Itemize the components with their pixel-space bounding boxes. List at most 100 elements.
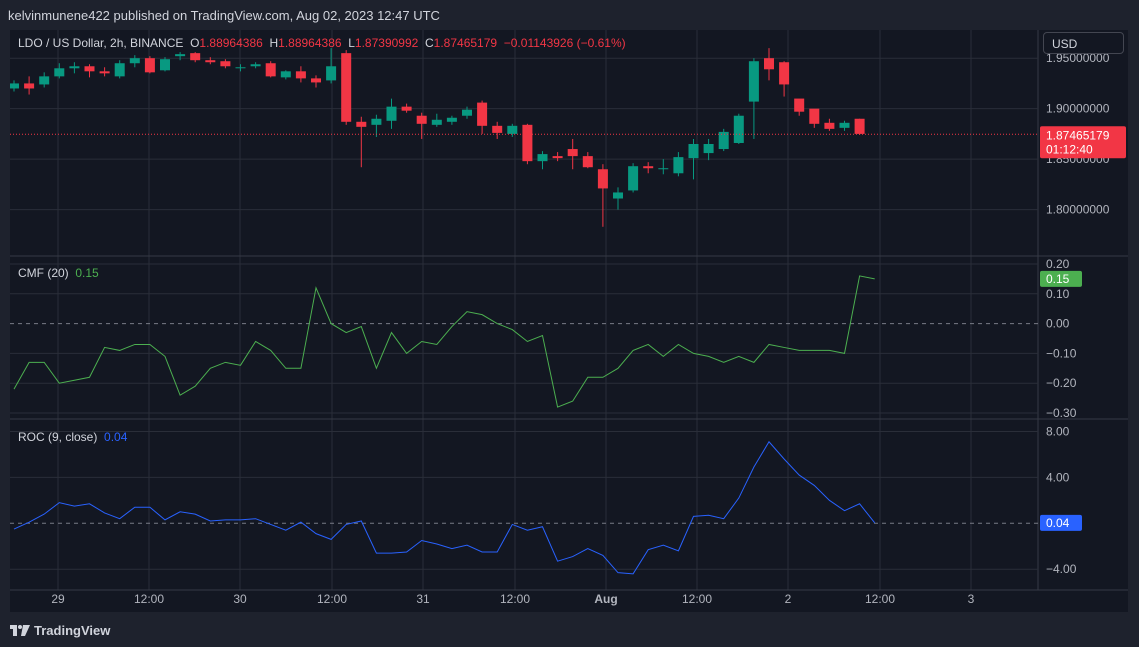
published-text: kelvinmunene422 published on TradingView… bbox=[8, 8, 440, 23]
x-tick-label: 3 bbox=[968, 592, 975, 606]
roc-badge-text: 0.04 bbox=[1046, 516, 1070, 530]
candle-body bbox=[522, 124, 533, 162]
candle-body bbox=[84, 66, 95, 72]
open-label: O bbox=[190, 36, 200, 50]
roc-legend: ROC (9, close) 0.04 bbox=[18, 430, 127, 444]
candle-body bbox=[613, 192, 623, 199]
candle-body bbox=[190, 53, 201, 61]
candle-body bbox=[311, 78, 321, 83]
candle-body bbox=[250, 64, 261, 67]
chart-svg[interactable]: 29 12:00 30 12:00 31 12:00 Aug 12:00 2 12:00 31.95… bbox=[10, 30, 1128, 612]
candle-body bbox=[492, 125, 503, 133]
candle-body bbox=[567, 149, 578, 157]
x-tick-label: 2 bbox=[785, 592, 792, 606]
candle-body bbox=[779, 62, 790, 85]
cmf-tick-label: −0.30 bbox=[1046, 406, 1077, 420]
candle-body bbox=[205, 60, 216, 63]
candle-body bbox=[54, 68, 65, 77]
cmf-label[interactable]: CMF (20) bbox=[18, 266, 69, 280]
footer: TradingView bbox=[0, 612, 1139, 647]
cmf-tick-label: −0.10 bbox=[1046, 346, 1077, 360]
high-value: 1.88964386 bbox=[278, 36, 342, 50]
candle-body bbox=[507, 125, 518, 134]
price-tick-label: 1.80000000 bbox=[1046, 203, 1110, 217]
candle-body bbox=[295, 71, 306, 79]
candle-body bbox=[839, 122, 850, 128]
candle-body bbox=[582, 156, 593, 168]
cmf-tick-label: 0.00 bbox=[1046, 317, 1070, 331]
candle-body bbox=[628, 166, 639, 191]
candle-body bbox=[144, 58, 155, 73]
last-price-text: 1.87465179 bbox=[1046, 128, 1110, 142]
candle-body bbox=[809, 108, 820, 124]
candle-body bbox=[114, 63, 125, 77]
candle-body bbox=[341, 53, 352, 122]
candle-body bbox=[643, 166, 654, 169]
candle-body bbox=[658, 168, 669, 170]
roc-tick-label: 4.00 bbox=[1046, 470, 1070, 484]
roc-series-line bbox=[13, 440, 876, 575]
x-tick-label: Aug bbox=[594, 592, 617, 606]
candle-body bbox=[220, 61, 231, 67]
candle-body bbox=[99, 71, 110, 74]
candle-body bbox=[703, 144, 714, 154]
price-legend: LDO / US Dollar, 2h, BINANCE O1.88964386… bbox=[18, 36, 626, 50]
candle-body bbox=[854, 118, 865, 134]
close-value: 1.87465179 bbox=[433, 36, 498, 50]
candle-body bbox=[477, 102, 488, 126]
x-tick-label: 29 bbox=[51, 592, 65, 606]
candle-body bbox=[416, 115, 427, 124]
roc-label[interactable]: ROC (9, close) bbox=[18, 430, 97, 444]
currency-button[interactable]: USD bbox=[1043, 32, 1124, 54]
candle-body bbox=[69, 66, 80, 69]
x-tick-label: 12:00 bbox=[682, 592, 712, 606]
top-bar: kelvinmunene422 published on TradingView… bbox=[0, 0, 1139, 30]
low-label: L bbox=[348, 36, 355, 50]
high-label: H bbox=[269, 36, 279, 50]
candle-body bbox=[326, 66, 337, 81]
roc-tick-label: 8.00 bbox=[1046, 424, 1070, 438]
candle-body bbox=[688, 144, 699, 159]
cmf-series-line bbox=[13, 275, 875, 408]
tradingview-logo-icon bbox=[10, 625, 30, 636]
cmf-legend: CMF (20) 0.15 bbox=[18, 266, 99, 280]
candle-body bbox=[733, 115, 744, 143]
candle-body bbox=[10, 83, 19, 89]
roc-value: 0.04 bbox=[104, 430, 128, 444]
candle-body bbox=[129, 58, 140, 64]
chart-panel[interactable]: 29 12:00 30 12:00 31 12:00 Aug 12:00 2 12:00 3 1.95… bbox=[10, 30, 1128, 612]
price-tick-label: 1.90000000 bbox=[1046, 102, 1110, 116]
roc-tick-label: −4.00 bbox=[1046, 562, 1077, 576]
candle-body bbox=[160, 59, 170, 71]
cmf-badge-text: 0.15 bbox=[1046, 272, 1070, 286]
candle-body bbox=[462, 109, 472, 116]
candle-body bbox=[39, 76, 50, 85]
x-tick-label: 12:00 bbox=[500, 592, 530, 606]
candle-body bbox=[24, 83, 35, 89]
candle-body bbox=[673, 157, 684, 174]
x-tick-label: 30 bbox=[233, 592, 247, 606]
candle-body bbox=[597, 169, 608, 189]
candle-body bbox=[265, 63, 276, 77]
x-tick-label: 12:00 bbox=[865, 592, 895, 606]
candle-body bbox=[764, 58, 774, 70]
x-tick-label: 12:00 bbox=[317, 592, 347, 606]
candle-body bbox=[431, 119, 442, 125]
tradingview-brand[interactable]: TradingView bbox=[34, 623, 110, 638]
candle-body bbox=[401, 106, 412, 111]
open-value: 1.88964386 bbox=[199, 36, 263, 50]
candle-body bbox=[280, 71, 291, 78]
candle-body bbox=[552, 156, 563, 159]
candle-body bbox=[446, 117, 457, 122]
countdown-text: 01:12:40 bbox=[1046, 142, 1093, 156]
cmf-tick-label: 0.10 bbox=[1046, 287, 1070, 301]
candle-body bbox=[824, 122, 835, 129]
candle-body bbox=[235, 67, 246, 69]
candle-body bbox=[794, 98, 805, 112]
change-value: −0.01143926 (−0.61%) bbox=[503, 36, 626, 50]
candle-body bbox=[537, 154, 548, 162]
cmf-tick-label: 0.20 bbox=[1046, 257, 1070, 271]
candle-body bbox=[175, 54, 186, 57]
symbol-label[interactable]: LDO / US Dollar, 2h, BINANCE bbox=[18, 36, 183, 50]
candle-body bbox=[356, 121, 367, 127]
